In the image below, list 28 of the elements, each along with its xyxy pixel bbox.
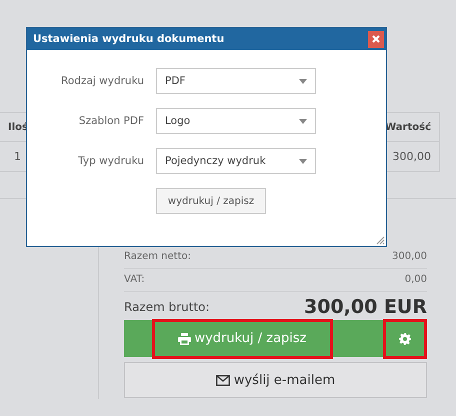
summary-value: 0,00 (404, 274, 427, 285)
email-button[interactable]: wyślij e-mailem (124, 362, 427, 398)
settings-button[interactable] (383, 318, 427, 358)
column-header: Wartość (385, 122, 431, 132)
resize-grip-icon (376, 236, 385, 245)
select-field[interactable]: Pojedynczy wydruk (156, 148, 316, 174)
summary-label: VAT: (124, 274, 145, 285)
close-button[interactable] (368, 30, 384, 48)
field-label: Rodzaj wydruku (60, 75, 145, 87)
close-icon (372, 35, 380, 43)
table-cell: 300,00 (392, 150, 431, 163)
print-save-button[interactable]: wydrukuj / zapisz (156, 188, 266, 214)
field-label: Typ wydruku (77, 155, 145, 167)
field-label: Szablon PDF (78, 115, 145, 127)
dropdown-caret-icon (299, 158, 307, 164)
dialog-title: Ustawienia wydruku dokumentu (33, 33, 224, 45)
summary-label: Razem netto: (124, 251, 191, 262)
select-field[interactable]: Logo (156, 108, 316, 134)
dropdown-caret-icon (299, 118, 307, 124)
printer-icon (178, 332, 192, 344)
dropdown-caret-icon (299, 78, 307, 84)
total-label: Razem brutto: (124, 300, 210, 314)
envelope-icon (216, 374, 230, 386)
settings-icon (399, 332, 411, 344)
table-cell-text: 1 (13, 150, 21, 163)
summary-value: 300,00 (392, 251, 427, 262)
select-field[interactable]: PDF (156, 68, 316, 94)
total-value: 300,00 EUR (304, 296, 427, 318)
